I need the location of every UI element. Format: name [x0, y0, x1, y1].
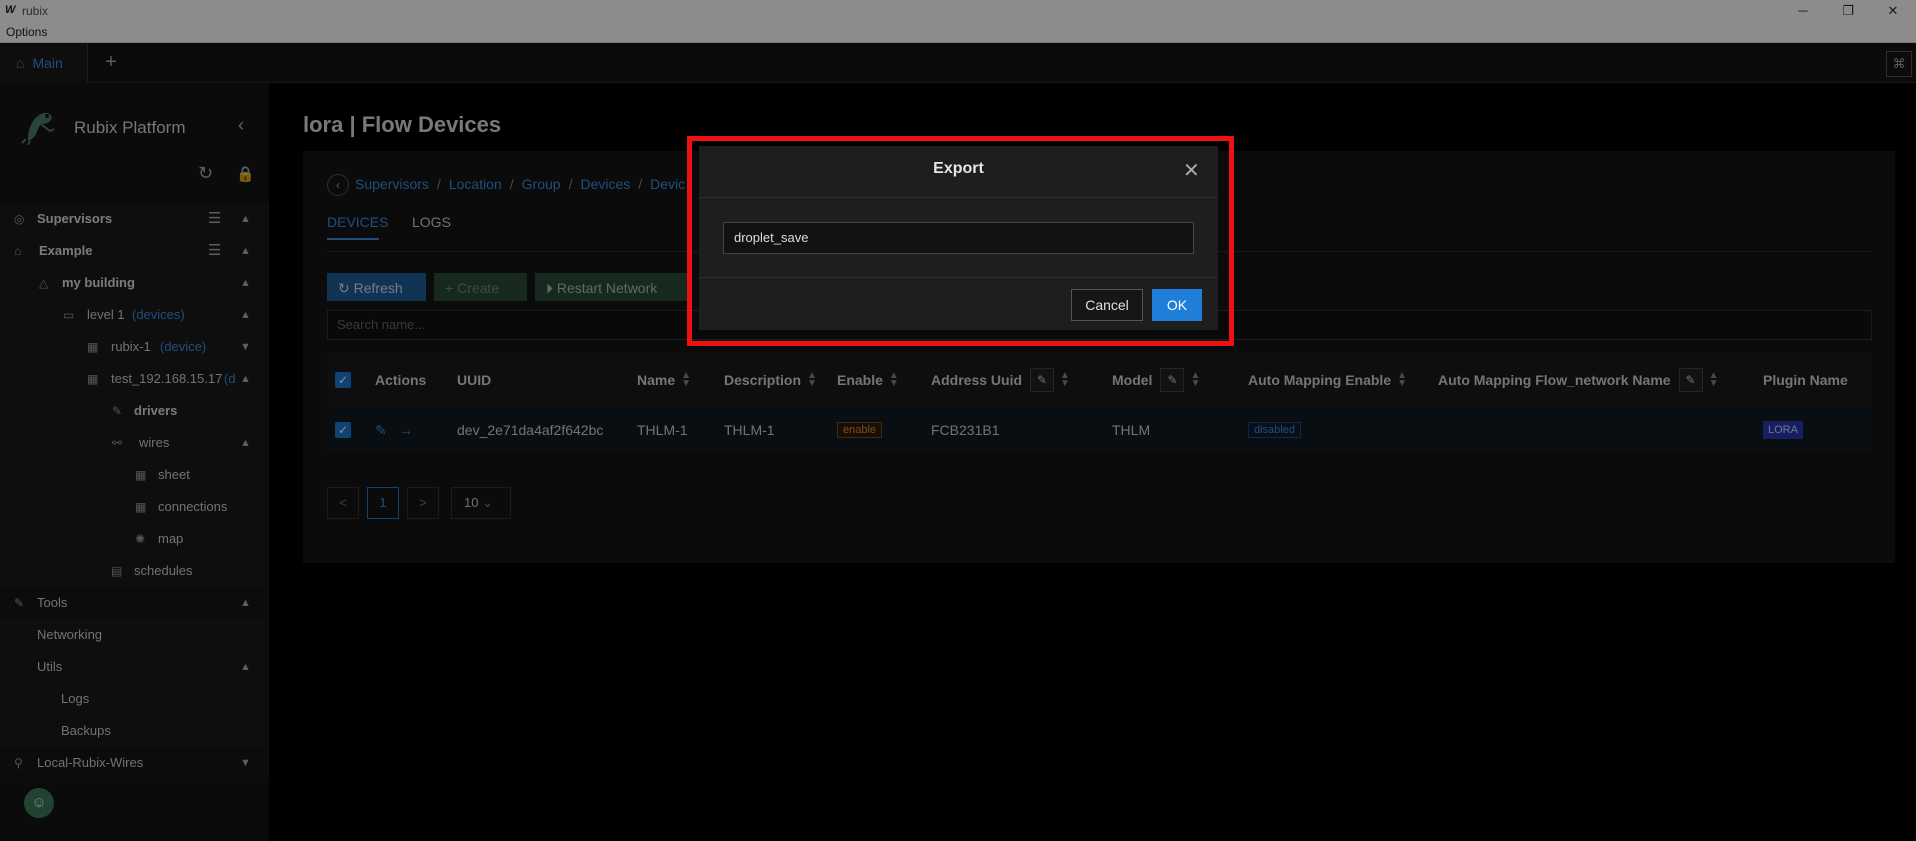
- export-name-input[interactable]: droplet_save: [723, 222, 1194, 254]
- dialog-divider: [699, 277, 1218, 278]
- app-root: W rubix ─ ❐ ✕ Options ⌂ Main + ⌘ Rubix Pl…: [0, 0, 1916, 841]
- modal-overlay[interactable]: [0, 0, 1916, 841]
- export-dialog: Export ✕ droplet_save Cancel OK: [699, 146, 1218, 330]
- cancel-button[interactable]: Cancel: [1071, 289, 1143, 321]
- ok-button[interactable]: OK: [1152, 289, 1202, 321]
- close-icon[interactable]: ✕: [1183, 158, 1200, 183]
- dialog-divider: [699, 197, 1218, 198]
- dialog-title: Export: [933, 160, 984, 177]
